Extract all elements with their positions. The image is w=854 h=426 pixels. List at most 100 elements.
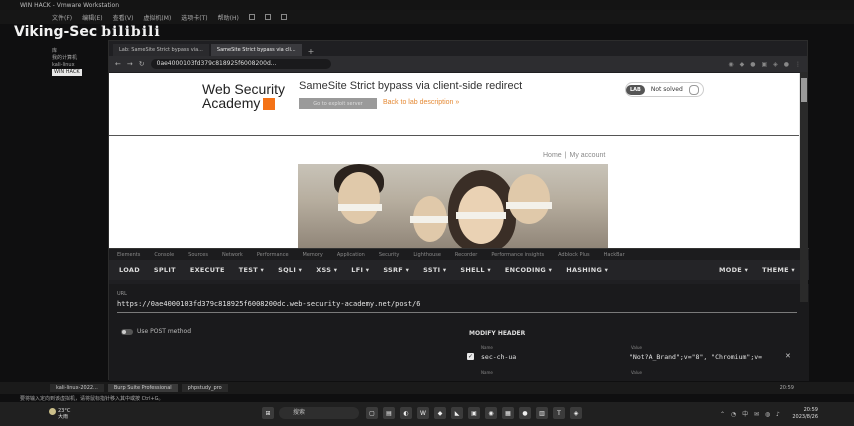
screen: WIN HACK - Vmware Workstation 文件(F) 编辑(E… [0, 0, 854, 426]
exploit-server-button[interactable]: Go to exploit server [299, 98, 377, 109]
file-explorer-icon[interactable]: ▤ [383, 407, 395, 419]
vm-guest-tab[interactable]: Burp Suite Professional [107, 384, 178, 392]
app-icon[interactable]: ◉ [485, 407, 497, 419]
back-icon[interactable]: ← [115, 60, 121, 68]
new-tab-icon[interactable]: + [304, 47, 319, 56]
devtools-tab[interactable]: Performance insights [491, 252, 544, 258]
vm-guest-tab[interactable]: kali-linux-2022... [50, 384, 104, 392]
lab-title: SameSite Strict bypass via client-side r… [299, 80, 523, 92]
menu-tabs[interactable]: 选项卡(T) [181, 13, 207, 22]
header-value-input[interactable]: "Not?A_Brand";v="8", "Chromium";v= [629, 353, 762, 361]
xss-menu[interactable]: XSS ▾ [316, 266, 337, 274]
vmware-icon[interactable]: ▥ [536, 407, 548, 419]
menu-vm[interactable]: 虚拟机(M) [143, 13, 171, 22]
load-button[interactable]: LOAD [119, 266, 140, 274]
extension-icon[interactable]: ◈ [773, 61, 778, 68]
lfi-menu[interactable]: LFI ▾ [351, 266, 369, 274]
back-to-description-link[interactable]: Back to lab description » [383, 99, 459, 106]
edge-icon[interactable]: ◐ [400, 407, 412, 419]
test-menu[interactable]: TEST ▾ [239, 266, 264, 274]
mode-menu[interactable]: MODE ▾ [719, 266, 748, 274]
browser-window: Lab: SameSite Strict bypass via... SameS… [108, 40, 809, 381]
extension-icon[interactable]: ● [750, 61, 755, 68]
url-label: URL [117, 291, 127, 297]
devtools-tab[interactable]: Memory [303, 252, 323, 258]
vscode-icon[interactable]: ◣ [451, 407, 463, 419]
devtools-tab[interactable]: Sources [188, 252, 208, 258]
weather-widget[interactable]: 23°C 大雨 [49, 408, 70, 420]
execute-button[interactable]: EXECUTE [190, 266, 225, 274]
header-name-input[interactable]: sec-ch-ua [481, 353, 516, 361]
word-icon[interactable]: W [417, 407, 429, 419]
app-icon[interactable]: ▦ [502, 407, 514, 419]
menu-edit[interactable]: 编辑(E) [82, 13, 102, 22]
lab-status: LAB Not solved [625, 82, 704, 97]
header-enabled-checkbox[interactable]: ✓ [467, 353, 474, 360]
shell-menu[interactable]: SHELL ▾ [460, 266, 490, 274]
ssrf-menu[interactable]: SSRF ▾ [383, 266, 409, 274]
browser-tab[interactable]: Lab: SameSite Strict bypass via... [113, 44, 209, 56]
library-title: 库 [52, 48, 58, 54]
app-icon[interactable]: ▣ [468, 407, 480, 419]
vm-scrollbar[interactable] [800, 72, 808, 302]
split-button[interactable]: SPLIT [154, 266, 176, 274]
fullscreen-icon[interactable] [280, 14, 287, 20]
menu-help[interactable]: 帮助(H) [218, 13, 239, 22]
app-icon[interactable]: ◈ [570, 407, 582, 419]
app-icon[interactable]: ◆ [434, 407, 446, 419]
logo-line2: Academy [202, 96, 285, 111]
nav-home-link[interactable]: Home [543, 152, 562, 159]
hashing-menu[interactable]: HASHING ▾ [566, 266, 608, 274]
devtools-tab[interactable]: Elements [117, 252, 140, 258]
post-method-toggle[interactable] [121, 329, 133, 335]
weather-icon [49, 408, 56, 415]
menu-icon[interactable]: ⋮ [795, 61, 801, 68]
devtools-tab[interactable]: Security [379, 252, 400, 258]
pause-icon[interactable] [248, 14, 255, 20]
library-item-selected[interactable]: WIN HACK [52, 69, 82, 76]
taskbar-search[interactable]: 搜索 [279, 407, 359, 419]
browser-tab-active[interactable]: SameSite Strict bypass via cli... [210, 44, 302, 56]
taskbar-clock[interactable]: 20:59 2023/8/26 [792, 407, 818, 421]
profile-icon[interactable]: ● [784, 61, 789, 68]
system-tray[interactable]: ⌃ ◔ 中 ✉ ◍ ♪ [720, 409, 782, 418]
sqli-menu[interactable]: SQLI ▾ [278, 266, 302, 274]
library-item[interactable]: kali-linux [52, 62, 108, 69]
hackbar-url-section: URL https://0ae4000103fd379c818925f60082… [109, 284, 809, 324]
vmware-menu-bar: 文件(F) 编辑(E) 查看(V) 虚拟机(M) 选项卡(T) 帮助(H) [0, 10, 854, 24]
devtools-tab[interactable]: Adblock Plus [558, 252, 590, 258]
vm-guest-tab[interactable]: phpstudy_pro [181, 384, 228, 392]
devtools-tab[interactable]: Console [154, 252, 174, 258]
devtools-tab[interactable]: Application [337, 252, 365, 258]
extension-icon[interactable]: ◉ [728, 61, 733, 68]
start-icon[interactable]: ⊞ [262, 407, 274, 419]
extension-icon[interactable]: ◆ [740, 61, 745, 68]
menu-file[interactable]: 文件(F) [52, 13, 72, 22]
devtools-tab[interactable]: Network [222, 252, 243, 258]
remove-header-icon[interactable]: ✕ [785, 352, 791, 360]
taskbar-date: 2023/8/26 [792, 414, 818, 420]
vm-scrollbar-thumb[interactable] [801, 78, 807, 102]
hackbar-url-input[interactable]: https://0ae4000103fd379c818925f6008200dc… [117, 300, 420, 308]
windows-taskbar: 23°C 大雨 ⊞ 搜索 ▢ ▤ ◐ W ◆ ◣ ▣ ◉ ▦ ● ▥ T ◈ ⌃… [0, 402, 854, 426]
devtools-tab-hackbar[interactable]: HackBar [604, 252, 625, 258]
snapshot-icon[interactable] [264, 14, 271, 20]
devtools-tab[interactable]: Performance [257, 252, 289, 258]
task-view-icon[interactable]: ▢ [366, 407, 378, 419]
devtools-tab-strip: Elements Console Sources Network Perform… [109, 248, 809, 260]
address-bar[interactable]: 0ae4000103fd379c818925f6008200d... [150, 59, 331, 69]
encoding-menu[interactable]: ENCODING ▾ [505, 266, 552, 274]
chrome-icon[interactable]: ● [519, 407, 531, 419]
devtools-tab[interactable]: Recorder [455, 252, 477, 258]
ssti-menu[interactable]: SSTI ▾ [423, 266, 446, 274]
menu-view[interactable]: 查看(V) [113, 13, 134, 22]
theme-menu[interactable]: THEME ▾ [762, 266, 795, 274]
library-item[interactable]: 我的计算机 [52, 55, 108, 62]
devtools-tab[interactable]: Lighthouse [413, 252, 441, 258]
nav-my-account-link[interactable]: My account [570, 152, 606, 159]
forward-icon[interactable]: → [127, 60, 133, 68]
web-security-academy-logo[interactable]: Web Security Academy [202, 82, 285, 111]
typora-icon[interactable]: T [553, 407, 565, 419]
reload-icon[interactable]: ↻ [139, 60, 145, 68]
extension-icon[interactable]: ▣ [761, 61, 767, 68]
